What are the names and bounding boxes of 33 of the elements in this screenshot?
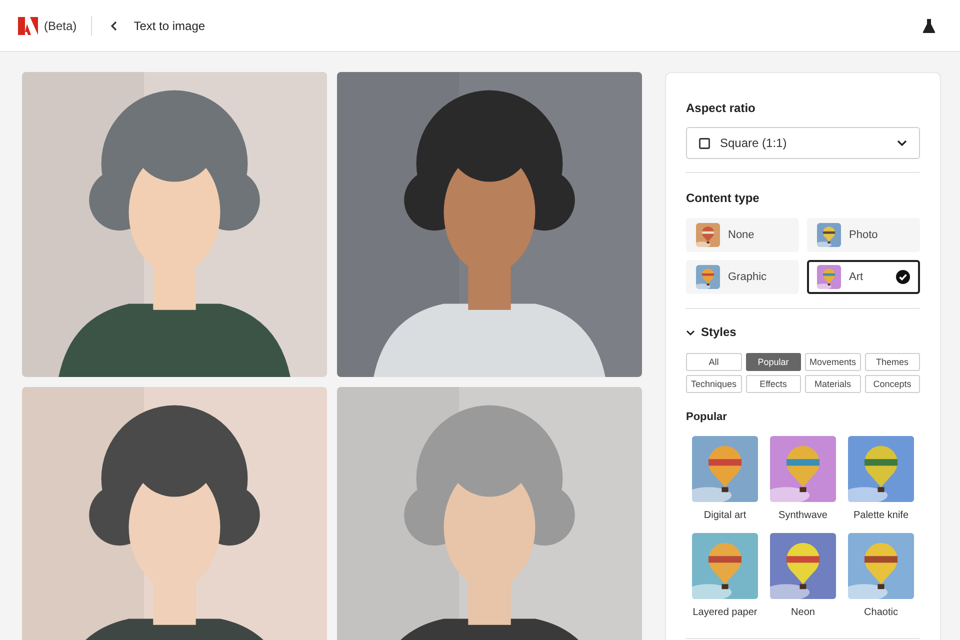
style-filter-chip[interactable]: Concepts: [864, 375, 920, 393]
section-heading: Aspect ratio: [686, 100, 756, 117]
labs-button[interactable]: [922, 18, 936, 34]
style-filter-chip[interactable]: Movements: [805, 353, 860, 371]
style-tile[interactable]: Synthwave: [770, 436, 836, 522]
style-tile[interactable]: Palette knife: [848, 436, 914, 522]
section-heading: Popular: [686, 410, 728, 425]
style-tile[interactable]: Layered paper: [692, 532, 758, 620]
content-type-option[interactable]: Art: [807, 260, 920, 294]
styles-toggle[interactable]: Styles: [686, 323, 736, 341]
chevron-left-icon: [110, 20, 118, 30]
square-icon: [699, 138, 710, 148]
logo-icon: [18, 16, 38, 34]
section-heading: Content type: [686, 190, 760, 207]
aspect-ratio-dropdown[interactable]: Square (1:1): [686, 127, 920, 159]
style-filter-chip[interactable]: Effects: [746, 375, 801, 393]
style-tile[interactable]: Digital art: [692, 436, 758, 522]
style-tile[interactable]: Neon: [770, 532, 836, 620]
page-title: Text to image: [134, 18, 206, 34]
checkmark-icon: [896, 270, 910, 284]
style-tile[interactable]: Chaotic: [848, 532, 914, 620]
chevron-down-icon: [897, 140, 907, 146]
flask-icon: [922, 18, 936, 34]
beta-label: (Beta): [44, 18, 77, 34]
style-filter-chip[interactable]: Popular: [746, 353, 801, 371]
chevron-down-icon: [686, 328, 695, 336]
style-filter-chip[interactable]: All: [686, 353, 742, 371]
content-type-option[interactable]: Photo: [807, 218, 920, 252]
style-filter-chip[interactable]: Themes: [864, 353, 920, 371]
style-filter-chip[interactable]: Materials: [805, 375, 860, 393]
content-type-option[interactable]: None: [686, 218, 799, 252]
style-filter-chip[interactable]: Techniques: [686, 375, 742, 393]
content-type-option[interactable]: Graphic: [686, 260, 799, 294]
